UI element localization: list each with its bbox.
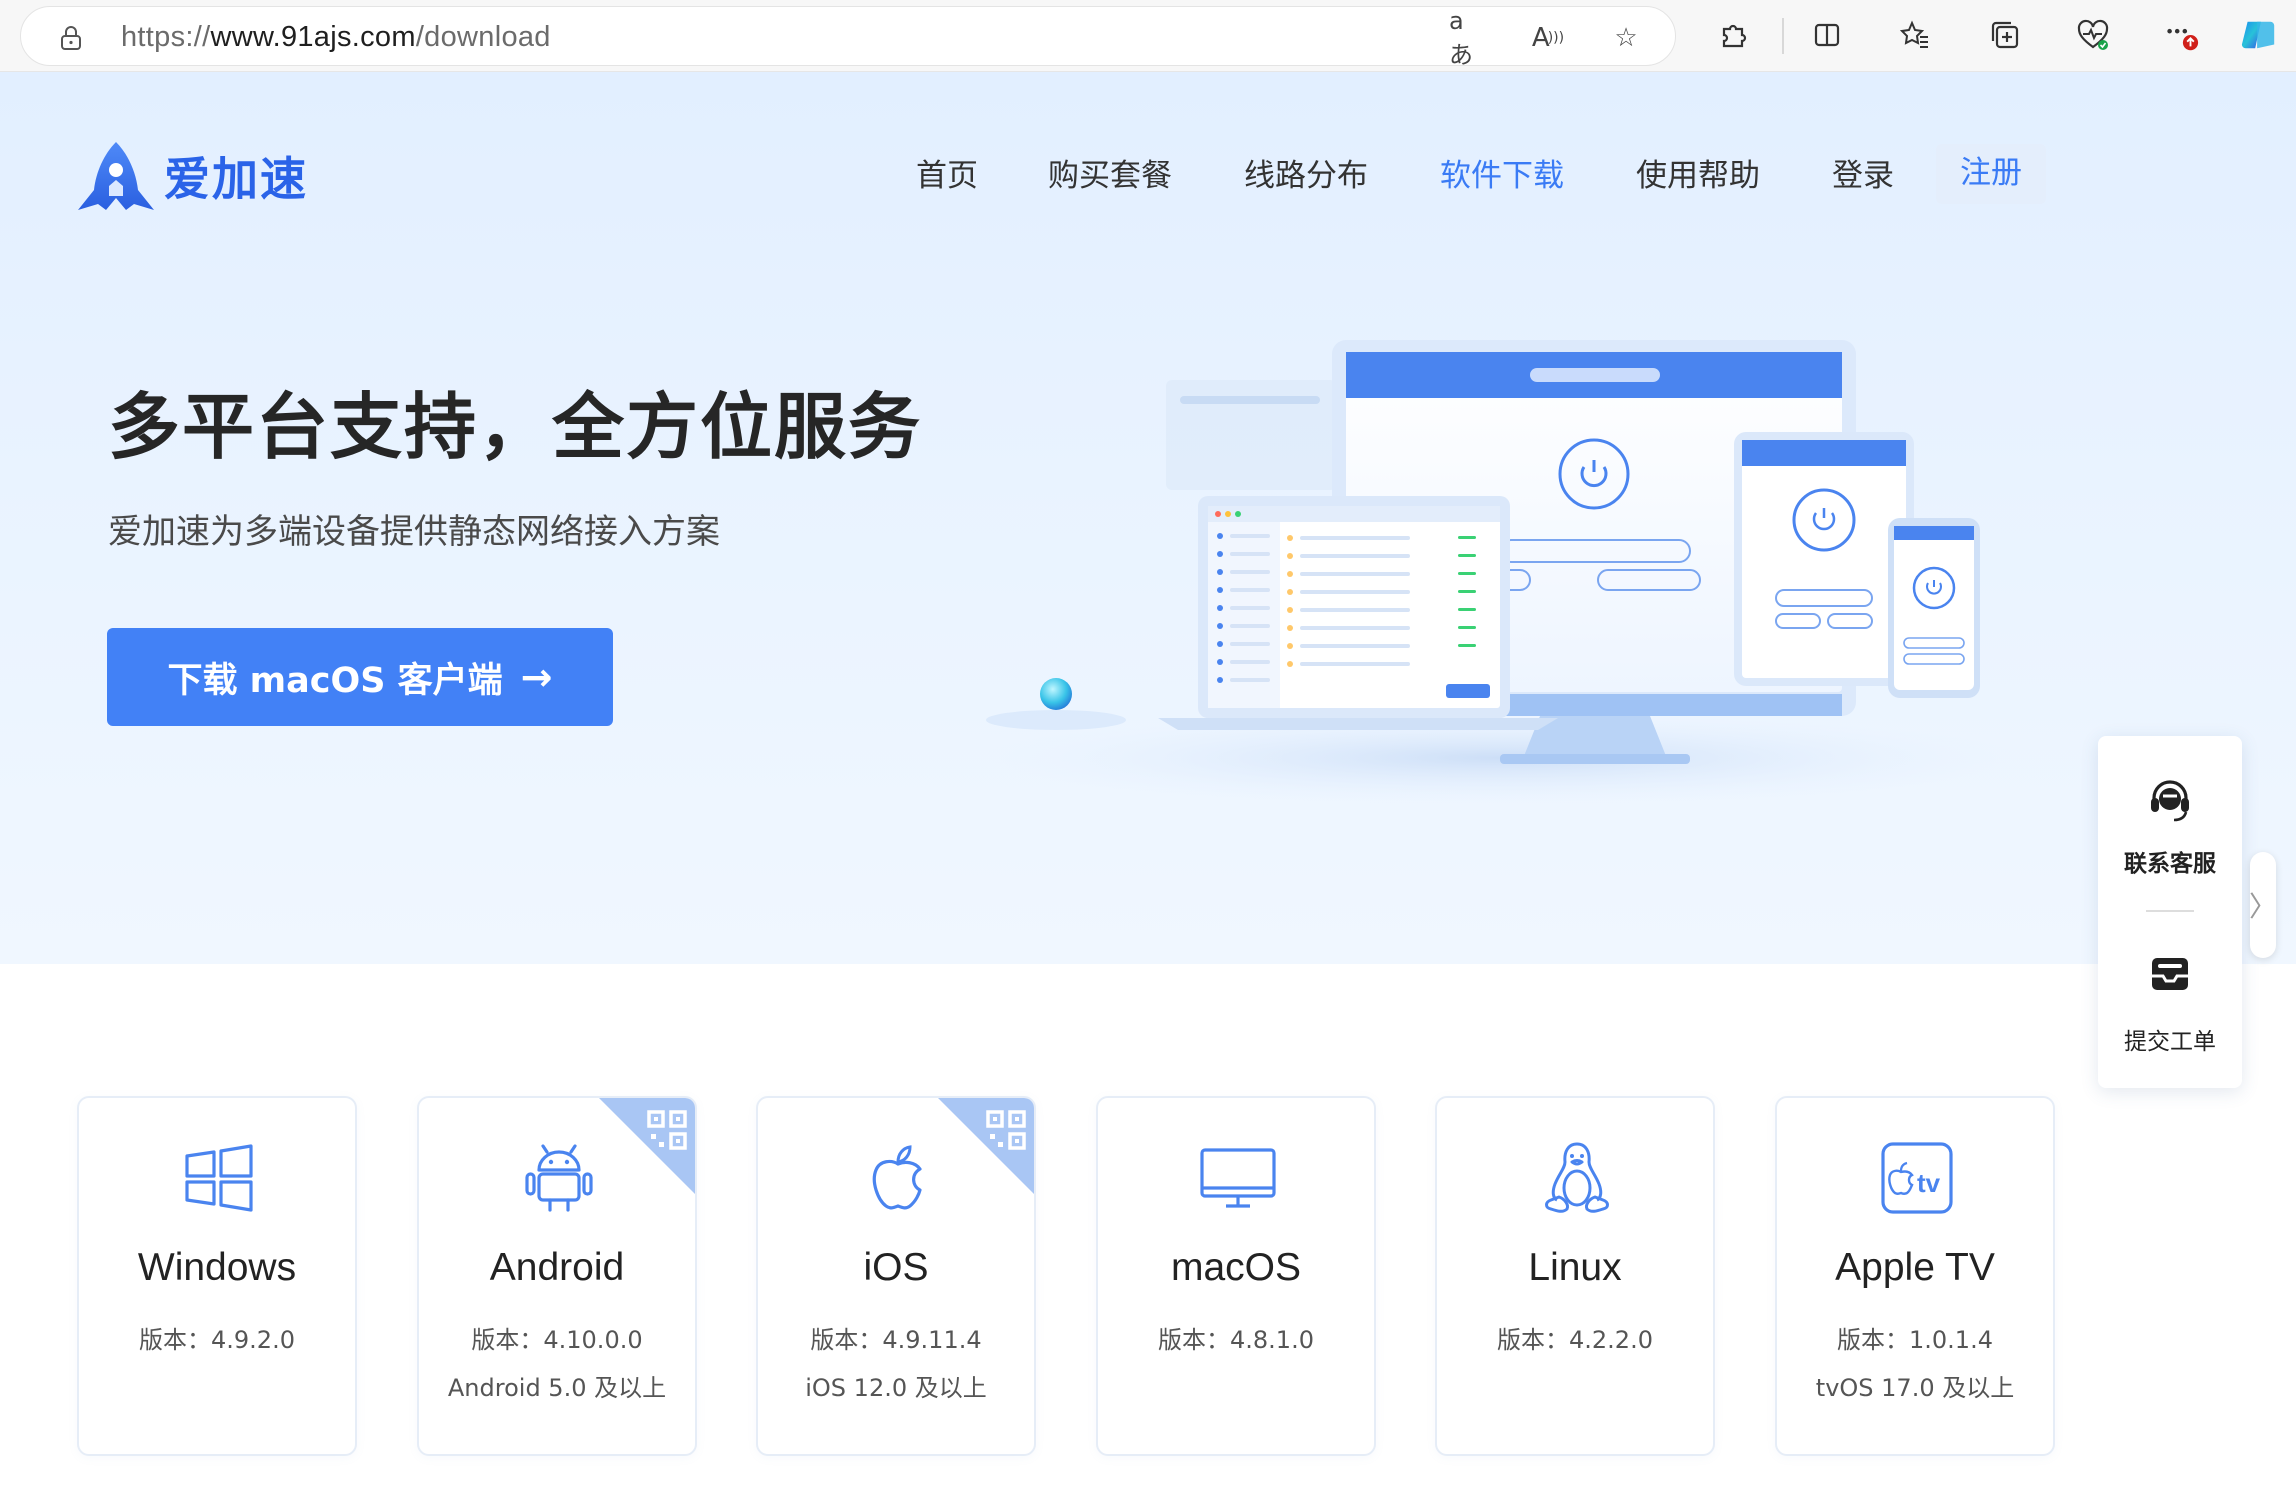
platform-card-windows[interactable]: Windows 版本：4.9.2.0 (77, 1096, 357, 1456)
platform-card-ios[interactable]: iOS 版本：4.9.11.4 iOS 12.0 及以上 (756, 1096, 1036, 1456)
qr-code-corner-icon[interactable] (938, 1098, 1034, 1194)
hero-title: 多平台支持，全方位服务 (108, 385, 923, 469)
copilot-icon[interactable] (2240, 16, 2278, 54)
nav-buy-plans[interactable]: 购买套餐 (1048, 150, 1172, 200)
favorite-star-icon[interactable]: ☆ (1609, 21, 1643, 55)
platform-card-android[interactable]: Android 版本：4.10.0.0 Android 5.0 及以上 (417, 1096, 697, 1456)
download-button-label: 下载 macOS 客户端 (167, 660, 503, 701)
platform-version: 版本：4.9.11.4 (810, 1326, 982, 1354)
nav-register[interactable]: 注册 (1936, 144, 2046, 204)
platform-requirement: iOS 12.0 及以上 (805, 1374, 987, 1402)
qr-code-corner-icon[interactable] (599, 1098, 695, 1194)
devices-illustration (980, 340, 2020, 804)
platform-name: macOS (1170, 1246, 1302, 1289)
collections-icon[interactable] (1986, 16, 2024, 54)
read-aloud-icon[interactable]: A))) (1531, 21, 1565, 55)
nav-help[interactable]: 使用帮助 (1636, 150, 1760, 200)
contact-support-link[interactable]: 联系客服 (2098, 844, 2242, 878)
nav-software-download[interactable]: 软件下载 (1440, 150, 1564, 200)
submit-ticket-link[interactable]: 提交工单 (2098, 1022, 2242, 1056)
platform-name: Apple TV (1835, 1246, 1995, 1289)
platform-card-macos[interactable]: macOS 版本：4.8.1.0 (1096, 1096, 1376, 1456)
url-protocol: https:// (121, 21, 211, 53)
platform-card-linux[interactable]: Linux 版本：4.2.2.0 (1435, 1096, 1715, 1456)
customer-service-headset-icon[interactable] (2146, 776, 2194, 824)
nav-login[interactable]: 登录 (1832, 150, 1894, 200)
svg-text:tv: tv (1917, 1168, 1941, 1198)
apple-icon (872, 1145, 922, 1210)
hero-subtitle: 爱加速为多端设备提供静态网络接入方案 (108, 512, 720, 552)
platform-version: 版本：4.9.2.0 (139, 1326, 295, 1354)
browser-essentials-icon[interactable] (2074, 16, 2112, 54)
favorites-icon[interactable] (1896, 16, 1934, 54)
side-divider (2146, 910, 2194, 912)
more-icon[interactable] (2162, 16, 2200, 54)
monitor-icon (1200, 1148, 1276, 1208)
brand-name: 爱加速 (164, 152, 308, 206)
platform-version: 版本：4.2.2.0 (1497, 1326, 1653, 1354)
floating-service-panel: 联系客服 提交工单 (2098, 736, 2242, 1088)
platform-requirement: Android 5.0 及以上 (447, 1374, 667, 1402)
platform-version: 版本：4.10.0.0 (471, 1326, 643, 1354)
platform-name: Linux (1528, 1246, 1622, 1289)
nav-routes[interactable]: 线路分布 (1244, 150, 1368, 200)
platform-requirement: tvOS 17.0 及以上 (1815, 1374, 2015, 1402)
platform-name: Windows (137, 1246, 297, 1289)
hero-section: 爱加速 首页 购买套餐 线路分布 软件下载 使用帮助 登录 注册 多平台支持，全… (0, 72, 2296, 964)
url-host: www.91ajs.com (210, 21, 416, 53)
platform-name: Android (489, 1246, 625, 1289)
toolbar-divider (1782, 18, 1784, 54)
extensions-icon[interactable] (1714, 16, 1752, 54)
lock-icon[interactable] (59, 25, 83, 51)
address-bar[interactable]: https://www.91ajs.com/download aあ A))) ☆ (20, 6, 1676, 69)
rocket-logo-icon (78, 142, 154, 210)
url-text[interactable]: https://www.91ajs.com/download (121, 21, 551, 54)
platform-card-apple-tv[interactable]: tv Apple TV 版本：1.0.1.4 tvOS 17.0 及以上 (1775, 1096, 2055, 1456)
side-panel-collapse-toggle[interactable]: 〉 (2249, 852, 2277, 958)
url-path: /download (415, 21, 551, 53)
android-icon (525, 1144, 593, 1212)
download-macos-button[interactable]: 下载 macOS 客户端 → (107, 628, 613, 726)
brand-logo[interactable]: 爱加速 (76, 140, 308, 212)
apple-tv-icon: tv (1881, 1142, 1953, 1214)
windows-icon (185, 1144, 253, 1212)
linux-tux-icon (1545, 1142, 1609, 1213)
nav-home[interactable]: 首页 (916, 150, 978, 200)
translate-icon[interactable]: aあ (1449, 7, 1483, 69)
split-screen-icon[interactable] (1808, 16, 1846, 54)
platform-version: 版本：4.8.1.0 (1158, 1326, 1314, 1354)
browser-toolbar: https://www.91ajs.com/download aあ A))) ☆ (0, 0, 2296, 72)
ticket-inbox-icon[interactable] (2146, 950, 2194, 998)
platform-version: 版本：1.0.1.4 (1837, 1326, 1993, 1354)
platform-name: iOS (863, 1246, 929, 1289)
arrow-right-icon: → (520, 655, 553, 699)
